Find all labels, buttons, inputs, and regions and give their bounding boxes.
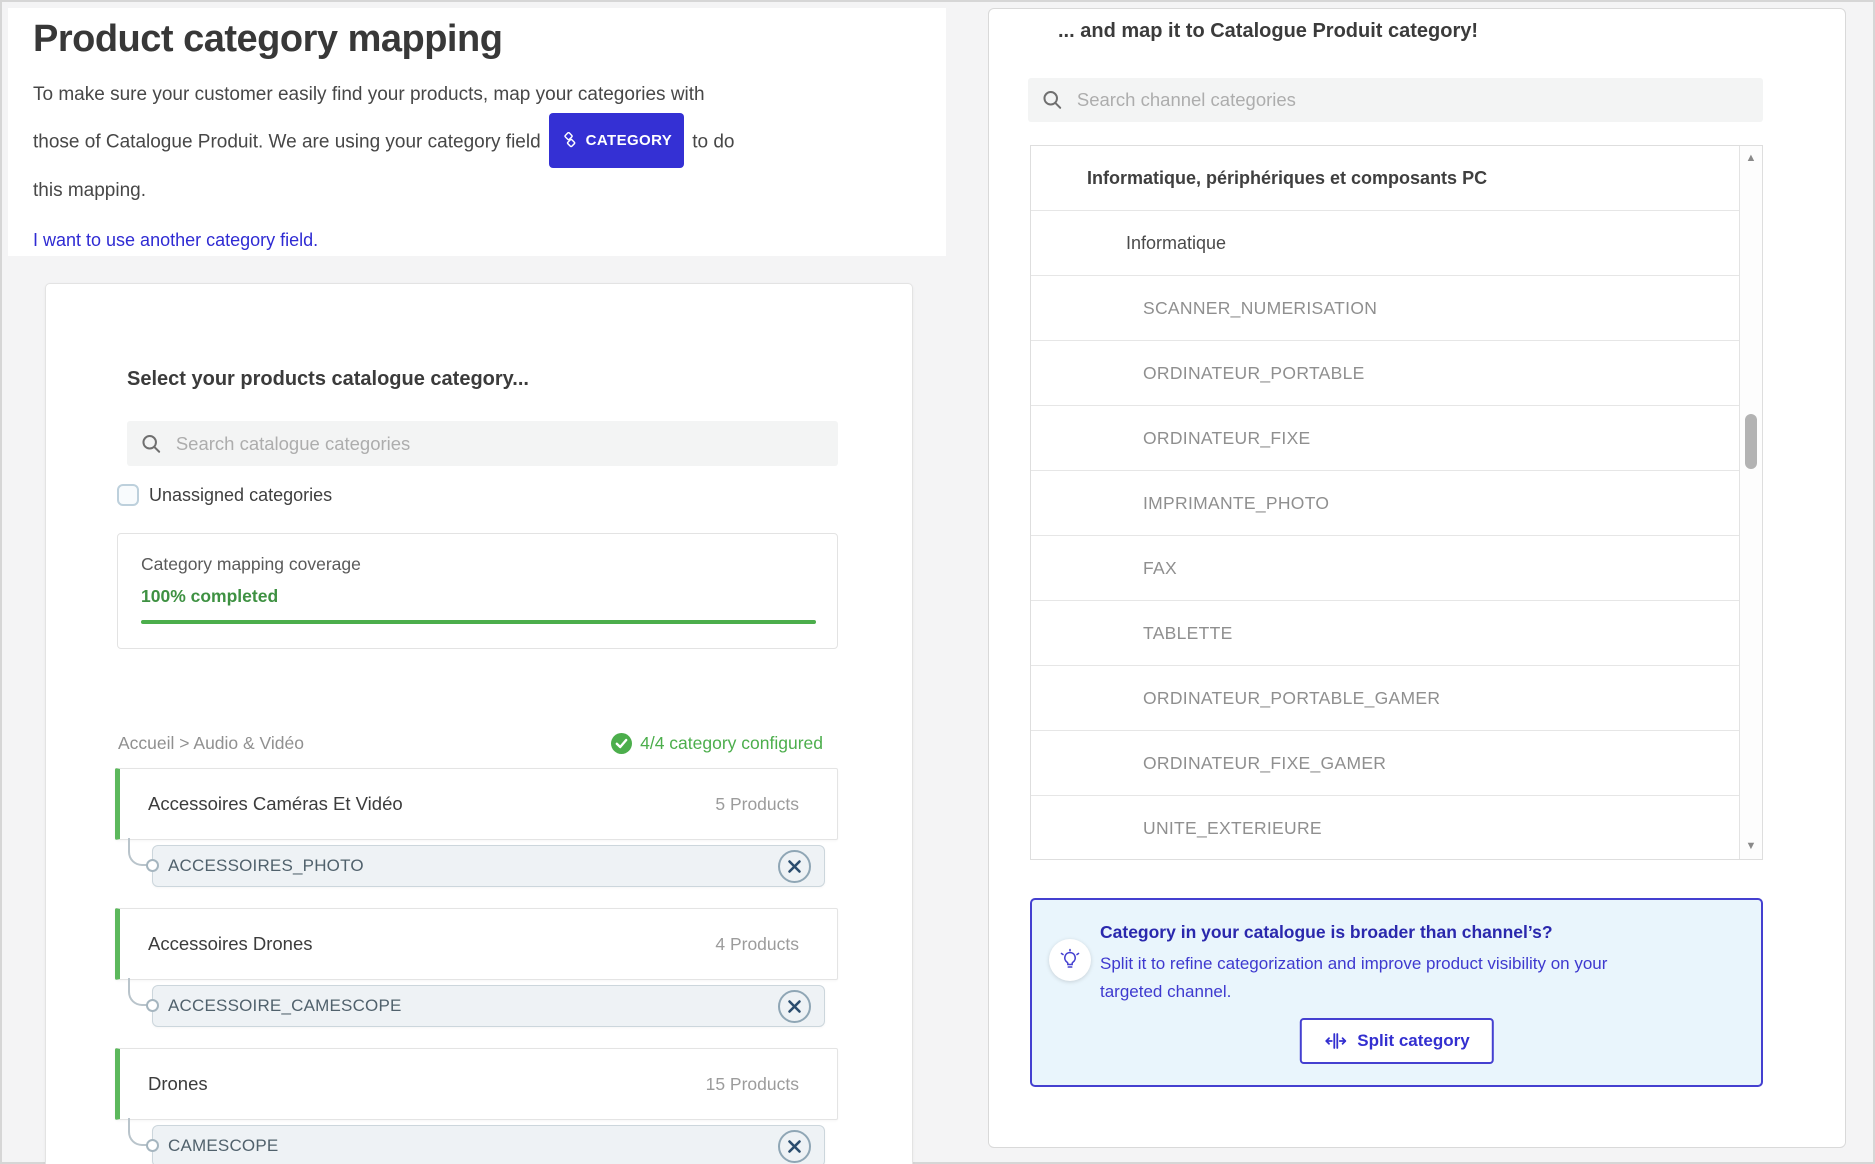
- description-line: this mapping.: [33, 180, 146, 201]
- channel-category-label: ORDINATEUR_FIXE: [1143, 428, 1311, 449]
- channel-search: [1028, 78, 1763, 122]
- tip-title: Category in your catalogue is broader th…: [1100, 922, 1553, 943]
- channel-category-rows: Informatique, périphériques et composant…: [1031, 146, 1739, 859]
- catalogue-search: [127, 421, 838, 466]
- search-icon: [1042, 89, 1063, 111]
- description: To make sure your customer easily find y…: [33, 74, 853, 211]
- coverage-label: Category mapping coverage: [141, 554, 361, 575]
- remove-mapping-button[interactable]: [778, 990, 811, 1023]
- list-scrollbar: ▲ ▼: [1739, 146, 1762, 859]
- left-header: Product category mapping To make sure yo…: [8, 8, 946, 256]
- channel-category-row[interactable]: FAX: [1031, 536, 1739, 601]
- scroll-down-button[interactable]: ▼: [1740, 841, 1762, 852]
- close-icon: [787, 1139, 802, 1154]
- category-name: Accessoires Drones: [148, 933, 313, 955]
- connector-dot: [146, 859, 159, 872]
- channel-category-row[interactable]: Informatique, périphériques et composant…: [1031, 146, 1739, 211]
- product-count: 4 Products: [715, 934, 799, 955]
- channel-panel-heading: ... and map it to Catalogue Produit cate…: [1058, 20, 1478, 43]
- channel-category-list: Informatique, périphériques et composant…: [1030, 145, 1763, 860]
- search-icon: [141, 433, 162, 455]
- channel-category-label: TABLETTE: [1143, 623, 1233, 644]
- tip-body-line: targeted channel.: [1100, 982, 1231, 1001]
- description-line: to do: [692, 132, 734, 153]
- split-icon: [1323, 1032, 1347, 1050]
- channel-category-label: ORDINATEUR_FIXE_GAMER: [1143, 753, 1386, 774]
- tip-body-line: Split it to refine categorization and im…: [1100, 954, 1607, 973]
- configured-badge-label: 4/4 category configured: [640, 733, 823, 754]
- channel-category-label: Informatique: [1126, 233, 1226, 254]
- lightbulb-icon: [1049, 939, 1091, 981]
- channel-category-label: Informatique, périphériques et composant…: [1087, 168, 1487, 189]
- remove-mapping-button[interactable]: [778, 850, 811, 883]
- mapped-category-chip: ACCESSOIRES_PHOTO: [152, 845, 825, 887]
- mapped-category-label: ACCESSOIRES_PHOTO: [153, 856, 364, 876]
- channel-category-row[interactable]: ORDINATEUR_PORTABLE_GAMER: [1031, 666, 1739, 731]
- catalogue-group: Drones 15 Products CAMESCOPE: [115, 1048, 838, 1164]
- close-icon: [787, 999, 802, 1014]
- unassigned-label: Unassigned categories: [149, 485, 332, 506]
- split-category-label: Split category: [1357, 1031, 1469, 1051]
- category-name: Drones: [148, 1073, 208, 1095]
- product-count: 15 Products: [706, 1074, 799, 1095]
- channel-category-row[interactable]: UNITE_EXTERIEURE: [1031, 796, 1739, 861]
- channel-category-label: SCANNER_NUMERISATION: [1143, 298, 1377, 319]
- badge-label: CATEGORY: [586, 120, 673, 161]
- check-icon: [611, 733, 632, 754]
- mapped-category-label: ACCESSOIRE_CAMESCOPE: [153, 996, 402, 1016]
- breadcrumb: Accueil > Audio & Vidéo: [118, 733, 304, 754]
- split-category-button[interactable]: Split category: [1299, 1018, 1493, 1064]
- breadcrumb-row: Accueil > Audio & Vidéo 4/4 category con…: [118, 733, 823, 754]
- channel-category-row[interactable]: Informatique: [1031, 211, 1739, 276]
- channel-category-label: ORDINATEUR_PORTABLE: [1143, 363, 1365, 384]
- channel-category-label: UNITE_EXTERIEURE: [1143, 818, 1322, 839]
- remove-mapping-button[interactable]: [778, 1130, 811, 1163]
- description-line: those of Catalogue Produit. We are using…: [33, 132, 541, 153]
- scroll-thumb[interactable]: [1745, 414, 1757, 469]
- coverage-progress-track: [141, 620, 816, 624]
- tip-body: Split it to refine categorization and im…: [1100, 950, 1720, 1006]
- connector-dot: [146, 1139, 159, 1152]
- channel-category-label: ORDINATEUR_PORTABLE_GAMER: [1143, 688, 1440, 709]
- coverage-progress-fill: [141, 620, 816, 624]
- mapped-category-chip: CAMESCOPE: [152, 1125, 825, 1164]
- channel-category-label: IMPRIMANTE_PHOTO: [1143, 493, 1329, 514]
- mapped-category-label: CAMESCOPE: [153, 1136, 278, 1156]
- page-title: Product category mapping: [33, 18, 502, 61]
- use-another-field-link[interactable]: I want to use another category field.: [33, 230, 318, 251]
- channel-category-row[interactable]: ORDINATEUR_PORTABLE: [1031, 341, 1739, 406]
- channel-category-row[interactable]: IMPRIMANTE_PHOTO: [1031, 471, 1739, 536]
- catalogue-panel-heading: Select your products catalogue category.…: [127, 368, 529, 391]
- mapped-category-chip: ACCESSOIRE_CAMESCOPE: [152, 985, 825, 1027]
- channel-search-input[interactable]: [1075, 88, 1749, 112]
- unassigned-checkbox[interactable]: [117, 484, 139, 506]
- coverage-card: Category mapping coverage 100% completed: [117, 533, 838, 649]
- channel-category-label: FAX: [1143, 558, 1177, 579]
- catalogue-category-card[interactable]: Accessoires Caméras Et Vidéo 5 Products: [115, 768, 838, 840]
- connector-dot: [146, 999, 159, 1012]
- catalogue-search-input[interactable]: [174, 432, 824, 456]
- category-name: Accessoires Caméras Et Vidéo: [148, 793, 403, 815]
- coverage-value: 100% completed: [141, 586, 278, 607]
- channel-category-row[interactable]: SCANNER_NUMERISATION: [1031, 276, 1739, 341]
- category-field-badge: CATEGORY: [549, 113, 685, 168]
- catalogue-category-card[interactable]: Drones 15 Products: [115, 1048, 838, 1120]
- catalogue-category-card[interactable]: Accessoires Drones 4 Products: [115, 908, 838, 980]
- channel-category-row[interactable]: ORDINATEUR_FIXE_GAMER: [1031, 731, 1739, 796]
- description-line: To make sure your customer easily find y…: [33, 84, 705, 105]
- product-count: 5 Products: [715, 794, 799, 815]
- catalogue-group: Accessoires Caméras Et Vidéo 5 Products AC…: [115, 768, 838, 904]
- channel-category-row[interactable]: TABLETTE: [1031, 601, 1739, 666]
- product-category-mapping-page: Product category mapping To make sure yo…: [0, 0, 1875, 1164]
- scroll-up-button[interactable]: ▲: [1740, 153, 1762, 164]
- close-icon: [787, 859, 802, 874]
- channel-category-row[interactable]: ORDINATEUR_FIXE: [1031, 406, 1739, 471]
- chain-link-icon: [561, 132, 578, 149]
- catalogue-group: Accessoires Drones 4 Products ACCESSOIRE_C…: [115, 908, 838, 1044]
- configured-badge: 4/4 category configured: [611, 733, 823, 754]
- split-tip-box: Category in your catalogue is broader th…: [1030, 898, 1763, 1087]
